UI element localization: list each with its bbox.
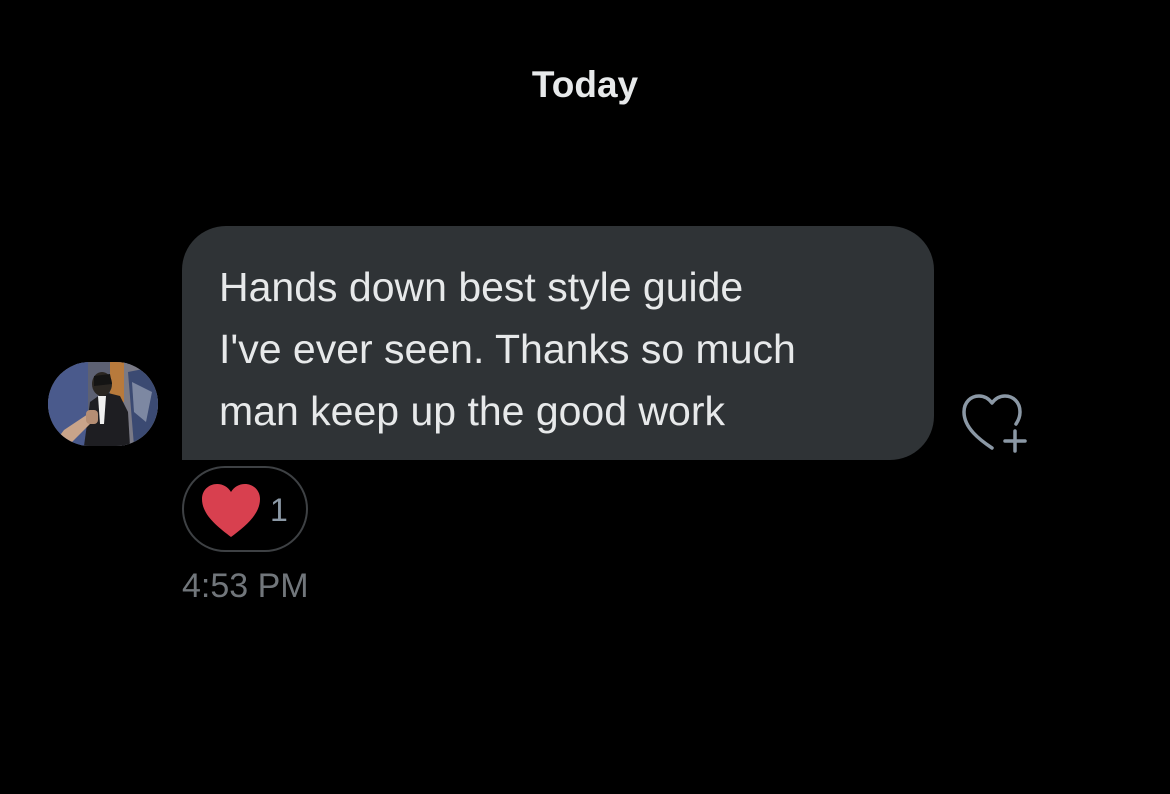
avatar-photo xyxy=(48,362,158,446)
heart-plus-icon xyxy=(962,394,1027,453)
message-bubble[interactable]: Hands down best style guide I've ever se… xyxy=(182,226,934,460)
date-divider: Today xyxy=(531,64,639,105)
message-text-line: I've ever seen. Thanks so much xyxy=(219,326,796,372)
add-reaction-button[interactable] xyxy=(958,390,1030,456)
reaction-count: 1 xyxy=(270,492,288,528)
red-heart-icon xyxy=(202,484,260,537)
message-text-line: Hands down best style guide xyxy=(219,264,744,310)
message-text-line: man keep up the good work xyxy=(219,388,725,434)
sender-avatar[interactable] xyxy=(48,362,158,446)
message-timestamp: 4:53 PM xyxy=(182,567,309,605)
reaction-pill[interactable]: 1 xyxy=(182,466,308,552)
